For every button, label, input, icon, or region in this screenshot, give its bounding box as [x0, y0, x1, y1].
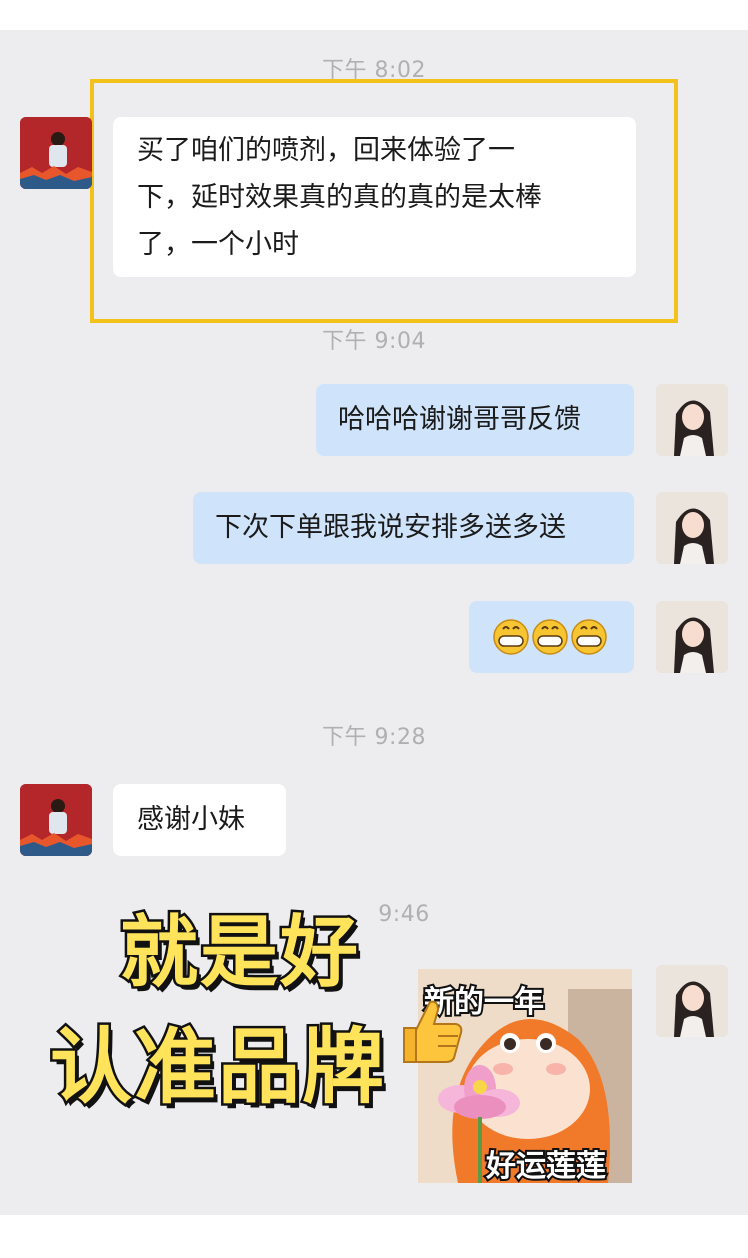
grinning-face-icon [532, 619, 568, 655]
grinning-face-icon-group [493, 619, 607, 655]
avatar-customer[interactable] [20, 117, 92, 189]
avatar-me[interactable] [656, 601, 728, 673]
message-text: 了，一个小时 [137, 229, 299, 260]
message-text: 买了咱们的喷剂，回来体验了一 [137, 135, 515, 166]
thumbs-up-icon [403, 1000, 463, 1063]
message-text: 感谢小妹 [137, 804, 245, 835]
message-bubble-outgoing[interactable]: 哈哈哈谢谢哥哥反馈 [316, 384, 634, 456]
overlay-text-line2: 认准品牌 [47, 1018, 387, 1118]
avatar-customer[interactable] [20, 784, 92, 856]
person-photo-icon [656, 492, 728, 564]
grinning-face-icon [493, 619, 529, 655]
avatar-me[interactable] [656, 492, 728, 564]
overlay-text-line1: 就是好 [117, 906, 361, 1001]
avatar-me[interactable] [656, 384, 728, 456]
message-bubble-outgoing[interactable]: 下次下单跟我说安排多送多送 [193, 492, 634, 564]
person-photo-icon [656, 384, 728, 456]
timestamp: 下午 9:04 [322, 329, 426, 354]
person-photo-icon [656, 965, 728, 1037]
person-photo-icon [656, 601, 728, 673]
message-bubble-outgoing[interactable] [469, 601, 634, 673]
message-text: 下次下单跟我说安排多送多送 [215, 512, 566, 543]
message-bubble-incoming[interactable]: 感谢小妹 [113, 784, 286, 856]
message-text: 哈哈哈谢谢哥哥反馈 [338, 404, 581, 435]
avatar-me[interactable] [656, 965, 728, 1037]
person-photo-icon [20, 117, 92, 189]
sticker-caption-bottom: 好运莲莲 [484, 1147, 608, 1183]
message-bubble-incoming[interactable]: 买了咱们的喷剂，回来体验了一 下，延时效果真的真的真的是太棒 了，一个小时 [113, 117, 636, 277]
message-text: 下，延时效果真的真的真的是太棒 [137, 182, 542, 213]
person-photo-icon [20, 784, 92, 856]
timestamp: 下午 9:28 [322, 725, 426, 750]
grinning-face-icon [571, 619, 607, 655]
bottom-bar [0, 1215, 748, 1258]
